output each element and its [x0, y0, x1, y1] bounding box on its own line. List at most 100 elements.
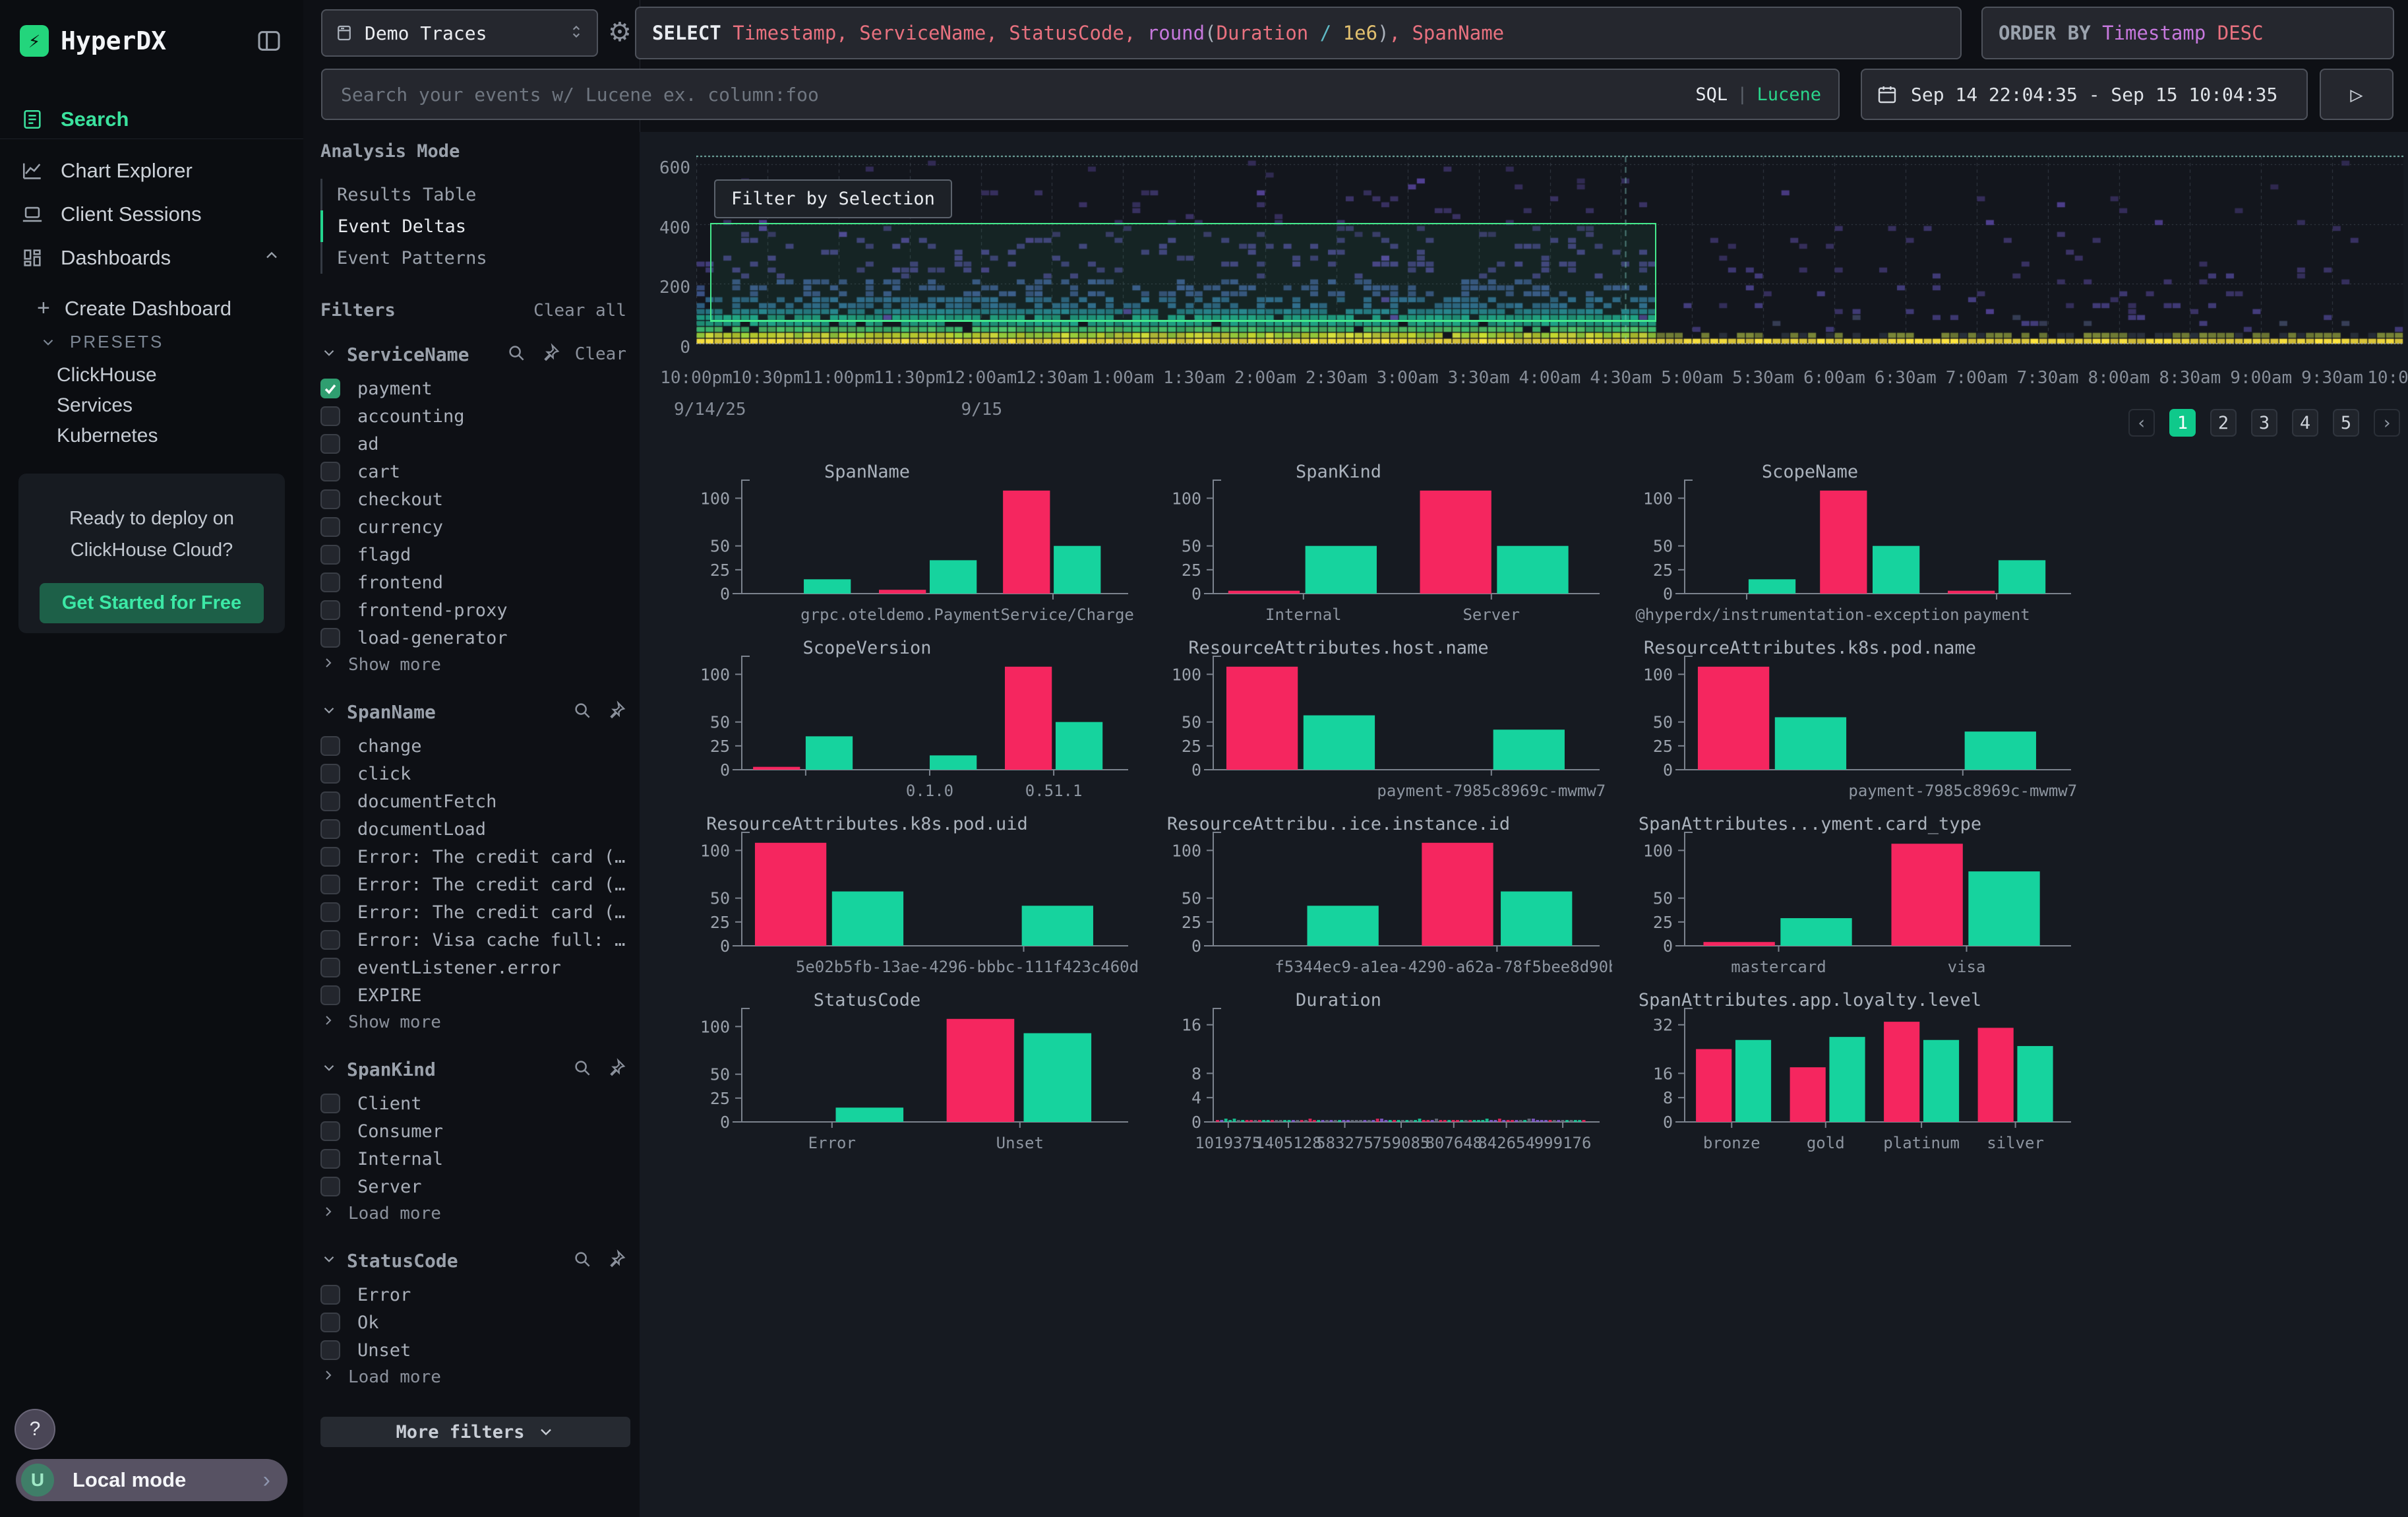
checkbox[interactable] [320, 600, 340, 620]
bar-baseline[interactable] [1999, 560, 2045, 594]
filter-group-header[interactable]: SpanName [320, 700, 626, 723]
bar-selection[interactable] [1820, 491, 1867, 594]
filter-checkbox-row[interactable]: cart [320, 458, 626, 485]
filter-checkbox-row[interactable]: Internal [320, 1145, 626, 1173]
bar-baseline[interactable] [1965, 731, 2036, 770]
bar-baseline[interactable] [1968, 871, 2039, 946]
checkbox[interactable] [320, 462, 340, 481]
bar-baseline[interactable] [1749, 579, 1795, 594]
prev-page-button[interactable]: ‹ [2128, 409, 2155, 437]
show-more-button[interactable]: Load more [320, 1364, 626, 1390]
checkbox[interactable] [320, 517, 340, 537]
bar-selection[interactable] [1420, 491, 1491, 594]
bar-baseline[interactable] [1304, 716, 1375, 770]
sql-select-input[interactable]: SELECT Timestamp, ServiceName, StatusCod… [635, 7, 1962, 59]
analysis-mode-event-patterns[interactable]: Event Patterns [320, 242, 626, 274]
search-bar[interactable]: SQL | Lucene [321, 69, 1840, 120]
order-by-input[interactable]: ORDER BY Timestamp DESC [1981, 7, 2394, 59]
bar-selection[interactable] [1003, 491, 1050, 594]
checkbox[interactable] [320, 1121, 340, 1141]
page-button-5[interactable]: 5 [2333, 409, 2359, 437]
filter-checkbox-row[interactable]: eventListener.error [320, 954, 626, 981]
pin-icon[interactable] [541, 343, 560, 365]
analysis-mode-event-deltas[interactable]: Event Deltas [320, 210, 626, 242]
bar-selection[interactable] [1696, 1049, 1731, 1122]
filter-checkbox-row[interactable]: load-generator [320, 624, 626, 652]
filter-group-header[interactable]: SpanKind [320, 1058, 626, 1080]
bar-baseline[interactable] [1780, 918, 1851, 946]
sql-toggle[interactable]: SQL [1695, 84, 1728, 105]
checkbox[interactable] [320, 1149, 340, 1169]
preset-item-clickhouse[interactable]: ClickHouse [57, 360, 281, 390]
checkbox[interactable] [320, 764, 340, 784]
checkbox[interactable] [320, 406, 340, 426]
bar-baseline[interactable] [1497, 546, 1568, 594]
bar-baseline[interactable] [1308, 906, 1379, 946]
checkbox[interactable] [320, 847, 340, 867]
filter-checkbox-row[interactable]: Consumer [320, 1117, 626, 1145]
checkbox[interactable] [320, 791, 340, 811]
search-icon[interactable] [572, 1058, 592, 1080]
get-started-button[interactable]: Get Started for Free [40, 583, 264, 623]
filter-checkbox-row[interactable]: frontend [320, 569, 626, 596]
filter-checkbox-row[interactable]: Server [320, 1173, 626, 1200]
bar-baseline[interactable] [1873, 546, 1919, 594]
date-range-picker[interactable]: Sep 14 22:04:35 - Sep 15 10:04:35 [1861, 69, 2308, 120]
bar-baseline[interactable] [1054, 546, 1100, 594]
show-more-button[interactable]: Show more [320, 652, 626, 678]
bar-selection[interactable] [1892, 844, 1963, 946]
filter-checkbox-row[interactable]: flagd [320, 541, 626, 569]
local-mode-menu[interactable]: U Local mode › [16, 1459, 287, 1501]
analysis-mode-results-table[interactable]: Results Table [320, 179, 626, 210]
show-more-button[interactable]: Load more [320, 1200, 626, 1227]
search-icon[interactable] [572, 1249, 592, 1272]
bar-selection[interactable] [1884, 1022, 1919, 1122]
sidebar-item-chart-explorer[interactable]: Chart Explorer [0, 149, 303, 193]
filter-checkbox-row[interactable]: Error: The credit card (… [320, 843, 626, 871]
filter-checkbox-row[interactable]: documentLoad [320, 815, 626, 843]
page-button-1[interactable]: 1 [2169, 409, 2196, 437]
bar-selection[interactable] [753, 767, 800, 770]
checkbox[interactable] [320, 573, 340, 592]
heatmap-plot[interactable]: Filter by Selection [696, 155, 2403, 344]
bar-baseline[interactable] [1923, 1040, 1959, 1122]
bar-selection[interactable] [1698, 667, 1769, 770]
checkbox[interactable] [320, 1285, 340, 1305]
bar-baseline[interactable] [832, 892, 903, 946]
create-dashboard-button[interactable]: + Create Dashboard [37, 295, 231, 321]
filter-checkbox-row[interactable]: Error: The credit card (… [320, 898, 626, 926]
checkbox[interactable] [320, 985, 340, 1005]
page-button-4[interactable]: 4 [2292, 409, 2318, 437]
filter-checkbox-row[interactable]: Error [320, 1281, 626, 1309]
search-input[interactable] [340, 83, 1695, 106]
help-button[interactable]: ? [15, 1409, 55, 1450]
checkbox[interactable] [320, 958, 340, 977]
bar-baseline[interactable] [930, 755, 977, 770]
logo[interactable]: ⚡ HyperDX [20, 25, 166, 57]
sidebar-item-client-sessions[interactable]: Client Sessions [0, 193, 303, 236]
run-query-button[interactable]: ▷ [2320, 69, 2393, 120]
show-more-button[interactable]: Show more [320, 1009, 626, 1036]
checkbox[interactable] [320, 1340, 340, 1360]
bar-selection[interactable] [947, 1019, 1015, 1122]
sidebar-item-dashboards[interactable]: Dashboards [0, 236, 303, 280]
preset-item-services[interactable]: Services [57, 390, 281, 421]
filter-checkbox-row[interactable]: Unset [320, 1336, 626, 1364]
checkbox[interactable] [320, 545, 340, 565]
bar-selection[interactable] [1948, 591, 1995, 594]
sidebar-item-search[interactable]: Search [0, 98, 303, 141]
filter-checkbox-row[interactable]: Error: Visa cache full: … [320, 926, 626, 954]
checkbox[interactable] [320, 736, 340, 756]
bar-selection[interactable] [1422, 843, 1493, 946]
filter-checkbox-row[interactable]: frontend-proxy [320, 596, 626, 624]
page-button-2[interactable]: 2 [2210, 409, 2237, 437]
filter-checkbox-row[interactable]: EXPIRE [320, 981, 626, 1009]
bar-baseline[interactable] [930, 560, 977, 594]
bar-selection[interactable] [1005, 667, 1052, 770]
filter-checkbox-row[interactable]: documentFetch [320, 788, 626, 815]
bar-baseline[interactable] [1775, 717, 1846, 770]
gear-icon[interactable]: ⚙ [608, 17, 632, 47]
pin-icon[interactable] [607, 700, 626, 723]
checkbox[interactable] [320, 1177, 340, 1196]
checkbox[interactable] [320, 489, 340, 509]
